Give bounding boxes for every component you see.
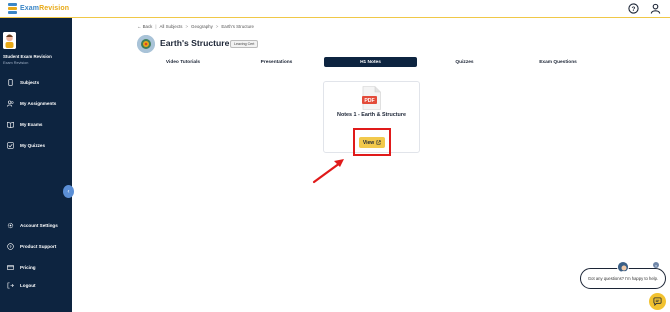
sidebar-item-label: My Exams — [20, 122, 43, 127]
tab-presentations[interactable]: Presentations — [230, 57, 323, 67]
pdf-file-icon: PDF — [362, 86, 381, 110]
notes-card: PDF Notes 1 - Earth & Structure View — [323, 81, 420, 156]
breadcrumb-divider: | — [155, 24, 157, 29]
help-icon: ? — [7, 243, 14, 250]
tab-quizzes[interactable]: Quizzes — [418, 57, 511, 67]
chat-agent-avatar — [617, 261, 629, 273]
phone-icon — [8, 79, 13, 86]
user-name: Student Exam Revision — [3, 54, 52, 59]
view-button-label: View — [362, 139, 375, 146]
sidebar-item-label: Subjects — [20, 80, 40, 85]
breadcrumb-separator: > — [185, 24, 189, 29]
svg-text:?: ? — [632, 6, 636, 13]
breadcrumb-item[interactable]: Geography — [191, 24, 213, 29]
close-icon: × — [654, 262, 658, 268]
sidebar-item-label: Pricing — [20, 265, 36, 270]
tab-video-tutorials[interactable]: Video Tutorials — [137, 57, 229, 67]
sidebar-item-label: Account Settings — [20, 223, 58, 228]
sidebar-item-logout[interactable]: Logout — [7, 282, 36, 289]
back-link[interactable]: ← Back — [137, 24, 152, 29]
external-link-icon — [376, 140, 381, 145]
svg-text:?: ? — [9, 244, 12, 249]
file-type-label: PDF — [364, 98, 374, 104]
logout-icon — [7, 282, 14, 289]
content-tabs: Video Tutorials Presentations H1 Notes Q… — [137, 57, 602, 68]
breadcrumb-item: Earth's Structure — [221, 24, 254, 29]
sidebar-item-label: My Quizzes — [20, 143, 46, 148]
logo-text: ExamRevision — [20, 5, 70, 12]
user-role: Exam Revision — [3, 61, 29, 65]
tab-h1-notes[interactable]: H1 Notes — [324, 57, 417, 67]
help-circle-icon[interactable]: ? — [628, 3, 639, 14]
card-icon — [7, 265, 14, 270]
level-badge: Leaving Cert — [230, 40, 259, 48]
app-logo[interactable]: ExamRevision — [8, 3, 69, 14]
logo-icon — [8, 3, 17, 14]
breadcrumb: ← Back | All Subjects > Geography > Eart… — [137, 24, 254, 29]
sidebar-item-my-quizzes[interactable]: My Quizzes — [7, 142, 45, 149]
view-button[interactable]: View — [359, 137, 385, 148]
sidebar-item-pricing[interactable]: Pricing — [7, 264, 36, 271]
chat-close-button[interactable]: × — [653, 262, 659, 268]
sidebar-item-label: Product Support — [20, 244, 57, 249]
sidebar-item-label: Logout — [20, 283, 36, 288]
top-bar: ExamRevision ? — [0, 0, 670, 18]
sidebar-collapse-button[interactable]: ‹ — [63, 185, 74, 198]
sidebar-item-my-exams[interactable]: My Exams — [7, 121, 42, 128]
sidebar-item-product-support[interactable]: ? Product Support — [7, 243, 56, 250]
tab-exam-questions[interactable]: Exam Questions — [512, 57, 604, 67]
page-title: Earth's Structure — [160, 38, 230, 48]
sidebar-item-account-settings[interactable]: Account Settings — [7, 222, 58, 229]
notes-title: Notes 1 - Earth & Structure — [337, 112, 406, 118]
sidebar-item-subjects[interactable]: Subjects — [7, 79, 39, 86]
user-icon[interactable] — [650, 3, 661, 14]
gear-icon — [7, 222, 14, 229]
sidebar-item-my-assignments[interactable]: My Assignments — [7, 100, 56, 107]
sidebar-item-label: My Assignments — [20, 101, 57, 106]
breadcrumb-item[interactable]: All Subjects — [160, 24, 183, 29]
book-icon — [7, 121, 14, 128]
checkbox-icon — [7, 142, 14, 149]
chat-message: Got any questions? I'm happy to help. — [587, 276, 659, 281]
sidebar: Student Exam Revision Exam Revision Subj… — [0, 18, 74, 312]
breadcrumb-separator: > — [215, 24, 219, 29]
users-icon — [7, 100, 14, 107]
topic-image — [137, 35, 155, 53]
annotation-arrow-icon — [312, 159, 344, 184]
chat-launcher-button[interactable] — [649, 293, 666, 310]
chat-icon — [653, 297, 662, 306]
avatar[interactable] — [3, 32, 16, 49]
chevron-left-icon: ‹ — [67, 188, 70, 195]
